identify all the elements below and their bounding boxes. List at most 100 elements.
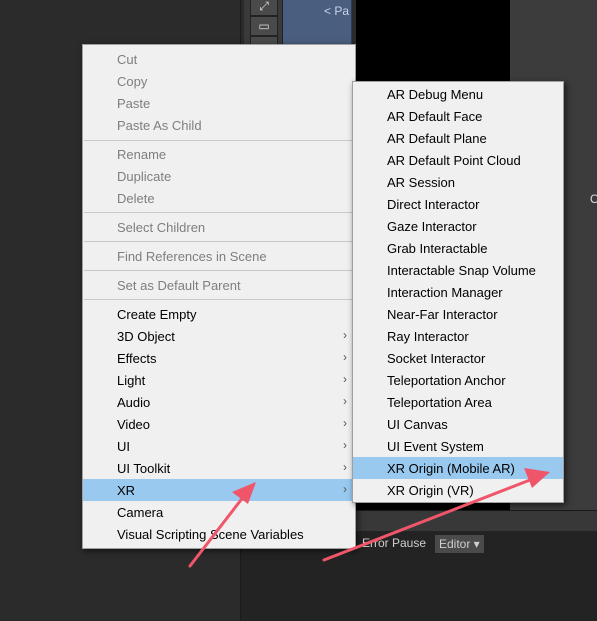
menu-separator (84, 270, 354, 271)
submenu-item-label: XR Origin (VR) (387, 483, 474, 498)
menu-item-label: XR (117, 483, 136, 498)
menu-item-label: Effects (117, 351, 157, 366)
submenu-item-ar-default-plane[interactable]: AR Default Plane (353, 127, 563, 149)
menu-separator (84, 140, 354, 141)
submenu-item-label: Gaze Interactor (387, 219, 477, 234)
menu-separator (84, 212, 354, 213)
menu-item-paste[interactable]: Paste (83, 92, 355, 114)
chevron-right-icon: › (343, 328, 347, 342)
menu-item-label: Find References in Scene (117, 249, 267, 264)
menu-item-label: Light (117, 373, 146, 388)
submenu-item-label: Direct Interactor (387, 197, 480, 212)
submenu-item-interaction-manager[interactable]: Interaction Manager (353, 281, 563, 303)
submenu-item-label: Ray Interactor (387, 329, 469, 344)
menu-item-label: 3D Object (117, 329, 175, 344)
menu-item-ui[interactable]: UI › (83, 435, 355, 457)
menu-item-ui-toolkit[interactable]: UI Toolkit › (83, 457, 355, 479)
submenu-item-label: Socket Interactor (387, 351, 486, 366)
submenu-item-direct-interactor[interactable]: Direct Interactor (353, 193, 563, 215)
submenu-item-label: AR Debug Menu (387, 87, 484, 102)
submenu-item-ar-default-point-cloud[interactable]: AR Default Point Cloud (353, 149, 563, 171)
chevron-right-icon: › (343, 394, 347, 408)
submenu-item-label: XR Origin (Mobile AR) (387, 461, 515, 476)
submenu-item-interactable-snap-volume[interactable]: Interactable Snap Volume (353, 259, 563, 281)
submenu-item-xr-origin-vr[interactable]: XR Origin (VR) (353, 479, 563, 501)
menu-item-find-references[interactable]: Find References in Scene (83, 245, 355, 267)
menu-item-cut[interactable]: Cut (83, 48, 355, 70)
submenu-item-ui-canvas[interactable]: UI Canvas (353, 413, 563, 435)
menu-item-delete[interactable]: Delete (83, 187, 355, 209)
menu-item-create-empty[interactable]: Create Empty (83, 303, 355, 325)
rect-tool-icon[interactable]: ▭ (250, 16, 278, 36)
menu-item-label: Paste As Child (117, 118, 202, 133)
chevron-right-icon: › (343, 372, 347, 386)
menu-item-select-children[interactable]: Select Children (83, 216, 355, 238)
menu-item-label: Set as Default Parent (117, 278, 241, 293)
submenu-item-label: AR Session (387, 175, 455, 190)
chevron-right-icon: › (343, 438, 347, 452)
console-toolbar: Error Pause Editor ▾ (356, 532, 597, 554)
menu-item-duplicate[interactable]: Duplicate (83, 165, 355, 187)
menu-item-label: Rename (117, 147, 167, 162)
menu-item-effects[interactable]: Effects › (83, 347, 355, 369)
submenu-item-xr-origin-mobile-ar[interactable]: XR Origin (Mobile AR) (353, 457, 563, 479)
xr-submenu: AR Debug Menu AR Default Face AR Default… (352, 81, 564, 503)
chevron-right-icon: › (343, 350, 347, 364)
submenu-item-ui-event-system[interactable]: UI Event System (353, 435, 563, 457)
submenu-item-ray-interactor[interactable]: Ray Interactor (353, 325, 563, 347)
submenu-item-ar-session[interactable]: AR Session (353, 171, 563, 193)
menu-item-label: Visual Scripting Scene Variables (117, 527, 304, 542)
submenu-item-label: Near-Far Interactor (387, 307, 498, 322)
submenu-item-teleportation-anchor[interactable]: Teleportation Anchor (353, 369, 563, 391)
side-label: O (590, 192, 597, 206)
submenu-item-label: AR Default Point Cloud (387, 153, 521, 168)
menu-item-audio[interactable]: Audio › (83, 391, 355, 413)
submenu-item-label: UI Event System (387, 439, 484, 454)
menu-separator (84, 241, 354, 242)
menu-item-paste-as-child[interactable]: Paste As Child (83, 114, 355, 136)
menu-item-label: Paste (117, 96, 151, 111)
submenu-item-label: AR Default Plane (387, 131, 487, 146)
submenu-item-label: AR Default Face (387, 109, 483, 124)
error-pause-toggle[interactable]: Error Pause (362, 536, 426, 550)
submenu-item-socket-interactor[interactable]: Socket Interactor (353, 347, 563, 369)
menu-item-label: Camera (117, 505, 164, 520)
menu-item-label: Create Empty (117, 307, 197, 322)
menu-item-label: Delete (117, 191, 155, 206)
submenu-item-grab-interactable[interactable]: Grab Interactable (353, 237, 563, 259)
submenu-item-label: Teleportation Anchor (387, 373, 506, 388)
menu-item-copy[interactable]: Copy (83, 70, 355, 92)
submenu-item-label: Interactable Snap Volume (387, 263, 536, 278)
menu-item-camera[interactable]: Camera (83, 501, 355, 523)
submenu-item-teleportation-area[interactable]: Teleportation Area (353, 391, 563, 413)
menu-item-rename[interactable]: Rename (83, 143, 355, 165)
submenu-item-label: Grab Interactable (387, 241, 488, 256)
submenu-item-ar-default-face[interactable]: AR Default Face (353, 105, 563, 127)
menu-item-light[interactable]: Light › (83, 369, 355, 391)
menu-item-label: Select Children (117, 220, 206, 235)
menu-item-label: Audio (117, 395, 151, 410)
chevron-right-icon: › (343, 460, 347, 474)
overlay-label: < Pa (324, 4, 350, 18)
menu-item-set-default-parent[interactable]: Set as Default Parent (83, 274, 355, 296)
menu-item-label: Cut (117, 52, 138, 67)
menu-item-label: Video (117, 417, 151, 432)
chevron-right-icon: › (343, 482, 347, 496)
chevron-right-icon: › (343, 416, 347, 430)
menu-item-visual-scripting[interactable]: Visual Scripting Scene Variables (83, 523, 355, 545)
menu-item-label: Duplicate (117, 169, 172, 184)
menu-item-label: Copy (117, 74, 148, 89)
menu-item-label: UI (117, 439, 130, 454)
submenu-item-label: UI Canvas (387, 417, 448, 432)
menu-separator (84, 299, 354, 300)
submenu-item-ar-debug-menu[interactable]: AR Debug Menu (353, 83, 563, 105)
menu-item-label: UI Toolkit (117, 461, 171, 476)
menu-item-3d-object[interactable]: 3D Object › (83, 325, 355, 347)
menu-item-xr[interactable]: XR › (83, 479, 355, 501)
submenu-item-gaze-interactor[interactable]: Gaze Interactor (353, 215, 563, 237)
submenu-item-near-far-interactor[interactable]: Near-Far Interactor (353, 303, 563, 325)
menu-item-video[interactable]: Video › (83, 413, 355, 435)
move-tool-icon[interactable]: ⤢ (250, 0, 278, 16)
editor-dropdown[interactable]: Editor ▾ (434, 534, 485, 554)
submenu-item-label: Interaction Manager (387, 285, 503, 300)
